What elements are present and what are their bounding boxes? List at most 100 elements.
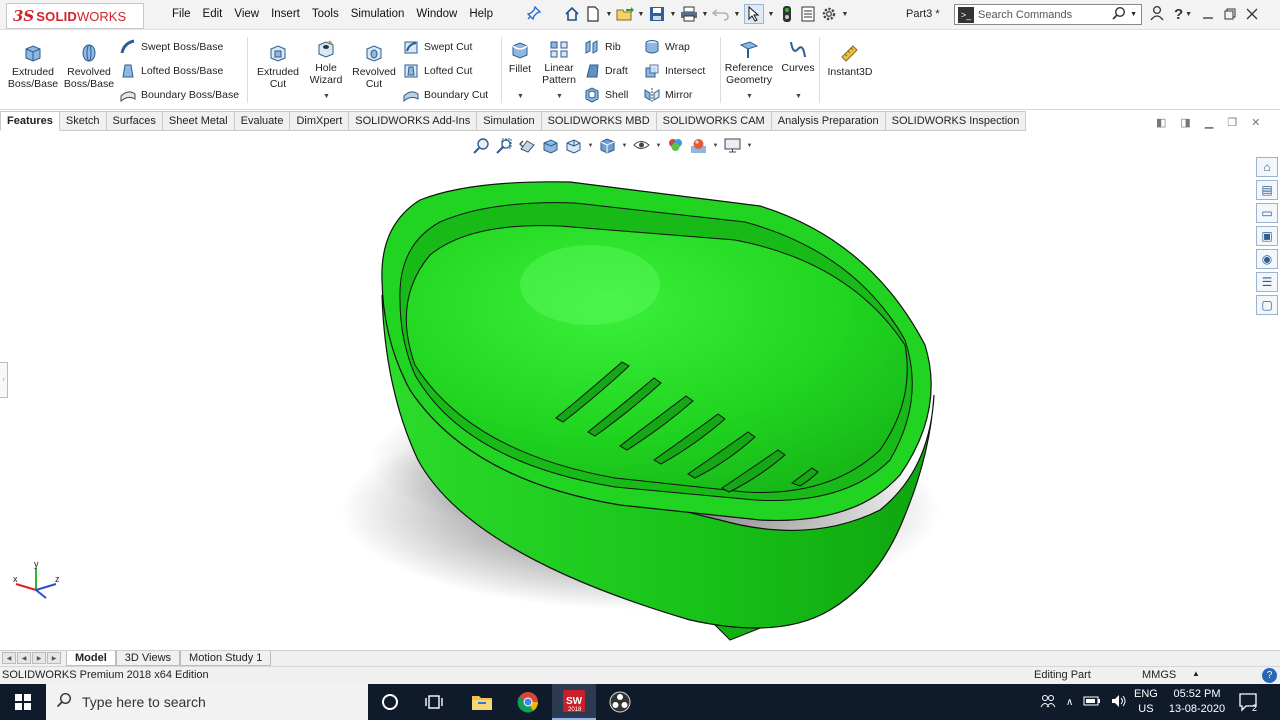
print-icon[interactable] xyxy=(680,4,698,24)
menu-edit[interactable]: Edit xyxy=(197,8,229,20)
pin-menu-icon[interactable] xyxy=(526,5,542,23)
home-icon[interactable] xyxy=(563,4,581,24)
soap-dish-model[interactable] xyxy=(0,132,1254,650)
menu-simulation[interactable]: Simulation xyxy=(345,8,411,20)
menu-help[interactable]: Help xyxy=(463,8,499,20)
help-dropdown-icon[interactable]: ▼ xyxy=(1185,11,1192,18)
tab-analysis-preparation[interactable]: Analysis Preparation xyxy=(771,111,886,131)
open-folder-icon[interactable] xyxy=(616,4,634,24)
menu-file[interactable]: File xyxy=(166,8,197,20)
tab-3d-views[interactable]: 3D Views xyxy=(115,651,181,666)
revolved-boss-button[interactable]: Revolved Boss/Base xyxy=(62,43,116,90)
chrome-icon[interactable] xyxy=(506,684,550,720)
tab-simulation[interactable]: Simulation xyxy=(477,111,542,131)
file-explorer-taskbar-icon[interactable] xyxy=(460,684,504,720)
select-cursor-icon[interactable] xyxy=(744,4,764,24)
instant3d-button[interactable]: Instant3D xyxy=(822,43,878,78)
search-commands-box[interactable]: >_ Search Commands ▼ xyxy=(954,4,1142,25)
doc-close-icon[interactable]: ✕ xyxy=(1251,116,1260,129)
select-dropdown-icon[interactable]: ▼ xyxy=(767,4,775,24)
menu-view[interactable]: View xyxy=(228,8,265,20)
feature-manager-flyout-handle[interactable]: › xyxy=(0,362,8,398)
unit-system-selector[interactable]: MMGS xyxy=(1142,669,1176,681)
hole-wizard-dropdown-icon[interactable]: ▼ xyxy=(323,93,330,100)
swept-boss-button[interactable]: Swept Boss/Base xyxy=(120,39,223,55)
solidworks-taskbar-icon[interactable]: SW 2018 xyxy=(552,684,596,720)
tab-model[interactable]: Model xyxy=(66,651,116,666)
help-question-icon[interactable]: ? xyxy=(1174,6,1183,23)
file-explorer-icon[interactable]: ▭ xyxy=(1256,203,1278,223)
doc-restore-icon[interactable]: ❐ xyxy=(1227,116,1237,129)
windows-start-icon[interactable] xyxy=(0,684,46,720)
options-gear-icon[interactable] xyxy=(820,4,838,24)
file-properties-icon[interactable] xyxy=(799,4,817,24)
appearances-scenes-icon[interactable]: ◉ xyxy=(1256,249,1278,269)
taskbar-search-box[interactable]: Type here to search xyxy=(46,684,368,720)
linear-pattern-button[interactable]: Linear Pattern xyxy=(532,39,586,86)
print-dropdown-icon[interactable]: ▼ xyxy=(701,4,709,24)
tab-sketch[interactable]: Sketch xyxy=(59,111,107,131)
solidworks-logo[interactable]: 3S SOLID WORKS xyxy=(6,3,144,29)
undo-icon[interactable] xyxy=(712,4,730,24)
boundary-cut-button[interactable]: Boundary Cut xyxy=(403,87,488,103)
menu-insert[interactable]: Insert xyxy=(265,8,306,20)
lofted-cut-button[interactable]: Lofted Cut xyxy=(403,63,472,79)
extruded-cut-button[interactable]: Extruded Cut xyxy=(251,43,305,90)
battery-icon[interactable] xyxy=(1083,695,1101,709)
task-view-icon[interactable] xyxy=(412,684,456,720)
unit-system-dropdown-icon[interactable]: ▲ xyxy=(1192,669,1200,678)
tab-sheet-metal[interactable]: Sheet Metal xyxy=(162,111,235,131)
search-dropdown-icon[interactable]: ▼ xyxy=(1130,11,1137,18)
swept-cut-button[interactable]: Swept Cut xyxy=(403,39,472,55)
restore-icon[interactable] xyxy=(1224,7,1236,23)
revolved-cut-button[interactable]: Revolved Cut xyxy=(347,43,401,90)
tab-solidworks-mbd[interactable]: SOLIDWORKS MBD xyxy=(541,111,657,131)
reference-triad[interactable]: x y z xyxy=(10,562,62,602)
taskbar-clock[interactable]: 05:52 PM 13-08-2020 xyxy=(1167,687,1227,717)
open-dropdown-icon[interactable]: ▼ xyxy=(637,4,645,24)
design-library-icon[interactable]: ▤ xyxy=(1256,180,1278,200)
tile-left-icon[interactable]: ◧ xyxy=(1156,116,1166,129)
search-input[interactable]: Search Commands xyxy=(978,9,1112,21)
intersect-button[interactable]: Intersect xyxy=(644,63,705,79)
linear-pattern-dropdown-icon[interactable]: ▼ xyxy=(556,93,563,100)
new-dropdown-icon[interactable]: ▼ xyxy=(605,4,613,24)
action-center-notifications-icon[interactable]: 2 xyxy=(1238,692,1260,713)
tab-evaluate[interactable]: Evaluate xyxy=(234,111,291,131)
fillet-dropdown-icon[interactable]: ▼ xyxy=(517,93,524,100)
hole-wizard-button[interactable]: Hole Wizard xyxy=(299,39,353,86)
curves-button[interactable]: Curves xyxy=(771,39,825,74)
show-hidden-icons-icon[interactable]: ∧ xyxy=(1066,697,1073,708)
search-icon[interactable] xyxy=(1112,6,1126,23)
lofted-boss-button[interactable]: Lofted Boss/Base xyxy=(120,63,223,79)
graphics-area[interactable]: ▼ ▼ ▼ ▼ ▼ x y z xyxy=(0,132,1254,650)
close-icon[interactable] xyxy=(1246,7,1258,23)
tab-features[interactable]: Features xyxy=(0,111,60,131)
doc-minimize-icon[interactable]: ▁ xyxy=(1205,116,1213,129)
shell-button[interactable]: Shell xyxy=(584,87,628,103)
custom-properties-icon[interactable]: ☰ xyxy=(1256,272,1278,292)
tab-solidworks-add-ins[interactable]: SOLIDWORKS Add-Ins xyxy=(349,111,478,131)
mirror-button[interactable]: Mirror xyxy=(644,87,692,103)
tab-dimxpert[interactable]: DimXpert xyxy=(290,111,350,131)
tile-right-icon[interactable]: ◨ xyxy=(1180,116,1190,129)
reference-geometry-button[interactable]: Reference Geometry xyxy=(722,39,776,86)
draft-button[interactable]: Draft xyxy=(584,63,628,79)
tab-solidworks-inspection[interactable]: SOLIDWORKS Inspection xyxy=(885,111,1027,131)
options-dropdown-icon[interactable]: ▼ xyxy=(841,4,849,24)
boundary-boss-button[interactable]: Boundary Boss/Base xyxy=(120,87,239,103)
tab-solidworks-cam[interactable]: SOLIDWORKS CAM xyxy=(656,111,772,131)
cortana-icon[interactable] xyxy=(368,684,412,720)
taskbar-search-input[interactable]: Type here to search xyxy=(82,694,206,710)
tab-motion-study-1[interactable]: Motion Study 1 xyxy=(180,651,272,666)
rib-button[interactable]: Rib xyxy=(584,39,621,55)
extruded-boss-button[interactable]: Extruded Boss/Base xyxy=(6,43,60,90)
user-account-icon[interactable] xyxy=(1150,5,1164,24)
curves-dropdown-icon[interactable]: ▼ xyxy=(795,93,802,100)
people-icon[interactable] xyxy=(1040,694,1056,711)
undo-dropdown-icon[interactable]: ▼ xyxy=(733,4,741,24)
solidworks-resources-home-icon[interactable]: ⌂ xyxy=(1256,157,1278,177)
new-document-icon[interactable] xyxy=(584,4,602,24)
tab-surfaces[interactable]: Surfaces xyxy=(106,111,163,131)
last-tab-arrow-icon[interactable]: ▶ xyxy=(47,652,61,664)
